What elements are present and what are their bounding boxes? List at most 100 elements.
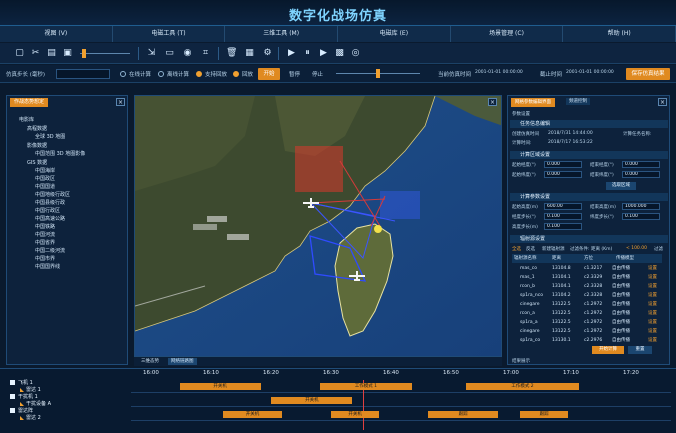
menu-help[interactable]: 帮助 (H) bbox=[563, 26, 676, 42]
table-row[interactable]: mas_co 13104.8 c1.3217 自由传播 设置 bbox=[512, 264, 662, 273]
crop-icon[interactable]: ⌗ bbox=[200, 48, 211, 59]
timeline-entity[interactable]: 雷达 2 bbox=[20, 414, 41, 421]
delete-icon[interactable]: 🗑 bbox=[226, 48, 237, 59]
support-replay-radio[interactable] bbox=[196, 71, 202, 77]
reset-button[interactable]: 重置 bbox=[628, 346, 652, 354]
tree-item[interactable]: 中国二级河流 bbox=[35, 247, 65, 254]
height-step-input[interactable]: 0.100 bbox=[544, 223, 582, 230]
section-calc-region[interactable]: 计算区域设置 bbox=[510, 151, 668, 159]
timeline-bar[interactable]: 工作模式 2 bbox=[465, 383, 580, 390]
tree-item[interactable]: 中国铁路 bbox=[35, 223, 55, 230]
tab-channel-control[interactable]: 频道控制 bbox=[566, 98, 590, 105]
tree-item[interactable]: 中国国界线 bbox=[35, 263, 60, 270]
new-file-icon[interactable]: ▢ bbox=[14, 48, 25, 59]
tree-item[interactable]: 中国海岸 bbox=[35, 167, 55, 174]
timeline-bar[interactable]: 开关机 bbox=[330, 411, 380, 418]
tree-item[interactable]: 电影库 bbox=[19, 116, 34, 123]
toolbar-slider[interactable] bbox=[80, 49, 130, 58]
table-row[interactable]: sp1ra_nco 13104.2 c2.3328 自由传播 设置 bbox=[512, 291, 662, 300]
timeline-bar[interactable]: 工作模式 1 bbox=[320, 383, 412, 390]
menu-em-library[interactable]: 电磁库 (E) bbox=[338, 26, 451, 42]
tree-item[interactable]: GIS 数据 bbox=[27, 159, 47, 166]
tree-item[interactable]: 中国省界 bbox=[35, 239, 55, 246]
menu-3d-tools[interactable]: 三维工具 (M) bbox=[225, 26, 339, 42]
new-source-option[interactable]: 新建辐射源 bbox=[542, 246, 565, 252]
record-icon[interactable]: ◉ bbox=[182, 48, 193, 59]
timeline-bar[interactable]: 跟踪 bbox=[519, 411, 569, 418]
lon-step-input[interactable]: 0.100 bbox=[544, 213, 582, 220]
save-icon[interactable]: ▣ bbox=[62, 48, 73, 59]
tree-item[interactable]: 中国行政区 bbox=[35, 207, 60, 214]
end-lat-input[interactable]: 0.000 bbox=[622, 171, 660, 178]
settings-icon[interactable]: ⚙ bbox=[262, 48, 273, 59]
grid-icon[interactable]: ▦ bbox=[244, 48, 255, 59]
tree-item[interactable]: 全球 3D 地图 bbox=[35, 133, 65, 140]
timeline-bar[interactable]: 开关机 bbox=[271, 397, 353, 404]
tree-item[interactable]: 影像数据 bbox=[27, 142, 47, 149]
filter-button[interactable]: 过滤 bbox=[654, 246, 663, 252]
section-radiation-source[interactable]: 辐射源设置 bbox=[510, 235, 668, 243]
import-icon[interactable]: ⇲ bbox=[146, 48, 157, 59]
step-input[interactable] bbox=[56, 69, 110, 79]
timeline-bar[interactable]: 开关机 bbox=[179, 383, 261, 390]
close-icon[interactable]: × bbox=[116, 98, 125, 106]
timeline-bar[interactable]: 开关机 bbox=[222, 411, 283, 418]
timeline-bar[interactable]: 跟踪 bbox=[428, 411, 499, 418]
tree-item[interactable]: 中国河流 bbox=[35, 231, 55, 238]
table-row[interactable]: sp1ra_co 13130.1 c2.2976 自由传播 设置 bbox=[512, 336, 662, 345]
time-slider-handle[interactable] bbox=[376, 69, 380, 78]
checkbox-icon[interactable] bbox=[10, 408, 15, 413]
battlefield-map[interactable]: × bbox=[134, 95, 502, 357]
play-icon[interactable]: ▶ bbox=[286, 48, 297, 59]
table-row[interactable]: mas_1 13104.1 c2.3329 自由传播 设置 bbox=[512, 273, 662, 282]
select-all-option[interactable]: 全选 bbox=[512, 246, 521, 252]
timeline-entity[interactable]: 雷达阵 bbox=[10, 407, 33, 414]
tab-grid-params[interactable]: 网格参数编辑界面 bbox=[511, 98, 555, 107]
end-lon-input[interactable]: 0.000 bbox=[622, 161, 660, 168]
image-icon[interactable]: ▩ bbox=[334, 48, 345, 59]
end-alt-input[interactable]: 1000.000 bbox=[622, 203, 660, 210]
tree-item[interactable]: 高程数据 bbox=[27, 125, 47, 132]
start-button[interactable]: 开始 bbox=[258, 68, 280, 80]
pause-label[interactable]: 暂停 bbox=[289, 70, 300, 78]
select-region-button[interactable]: 选取区域 bbox=[606, 182, 636, 190]
scenario-tab[interactable]: 作战态势想定 bbox=[10, 98, 49, 107]
table-row[interactable]: cinegare 13122.5 c1.2972 自由传播 设置 bbox=[512, 300, 662, 309]
checkbox-icon[interactable] bbox=[10, 380, 15, 385]
tree-item[interactable]: 中国地级行政区 bbox=[35, 191, 70, 198]
table-row[interactable]: rcon_a 13122.5 c1.2972 自由传播 设置 bbox=[512, 309, 662, 318]
replay-radio[interactable] bbox=[233, 71, 239, 77]
table-row[interactable]: rcon_b 13104.1 c2.3328 自由传播 设置 bbox=[512, 282, 662, 291]
start-calc-button[interactable]: 开始计算 bbox=[592, 346, 624, 354]
online-radio[interactable] bbox=[120, 71, 126, 77]
menu-view[interactable]: 视图 (V) bbox=[0, 26, 113, 42]
table-row[interactable]: cinegare 13122.5 c1.2972 自由传播 设置 bbox=[512, 327, 662, 336]
stop-label[interactable]: 停止 bbox=[312, 70, 323, 78]
map-close-icon[interactable]: × bbox=[488, 98, 497, 106]
menu-scene-management[interactable]: 场景管理 (C) bbox=[451, 26, 564, 42]
section-task-info[interactable]: 任务信息编辑 bbox=[510, 120, 668, 128]
menu-em-tools[interactable]: 电磁工具 (T) bbox=[113, 26, 226, 42]
open-folder-icon[interactable]: ▭ bbox=[164, 48, 175, 59]
start-lon-input[interactable]: 0.000 bbox=[544, 161, 582, 168]
copy-icon[interactable]: ▤ bbox=[46, 48, 57, 59]
filter-distance-value[interactable]: < 100.00 bbox=[626, 246, 647, 251]
tab-3d-situation[interactable]: 三维态势 bbox=[138, 358, 162, 365]
offline-radio[interactable] bbox=[158, 71, 164, 77]
right-panel-close-icon[interactable]: × bbox=[658, 98, 667, 106]
pause-icon[interactable]: ⏸ bbox=[302, 48, 313, 59]
checkbox-icon[interactable] bbox=[10, 394, 15, 399]
section-calc-params[interactable]: 计算参数设置 bbox=[510, 193, 668, 201]
video-icon[interactable]: ▶ bbox=[318, 48, 329, 59]
timeline-entity[interactable]: 干扰设备 A bbox=[20, 400, 51, 407]
table-row[interactable]: sp1ra_a 13122.5 c1.2972 自由传播 设置 bbox=[512, 318, 662, 327]
slider-handle-icon[interactable] bbox=[82, 49, 86, 58]
lat-step-input[interactable]: 0.100 bbox=[622, 213, 660, 220]
eye-icon[interactable]: ◎ bbox=[350, 48, 361, 59]
save-results-button[interactable]: 保存仿真结果 bbox=[626, 68, 670, 80]
tree-item[interactable]: 中国市界 bbox=[35, 255, 55, 262]
tree-item[interactable]: 中国政区 bbox=[35, 175, 55, 182]
tree-item[interactable]: 中国高速公路 bbox=[35, 215, 65, 222]
timeline-entity[interactable]: 干扰机 1 bbox=[10, 393, 38, 400]
tree-item[interactable]: 中国范围 3D 地图影像 bbox=[35, 150, 85, 157]
